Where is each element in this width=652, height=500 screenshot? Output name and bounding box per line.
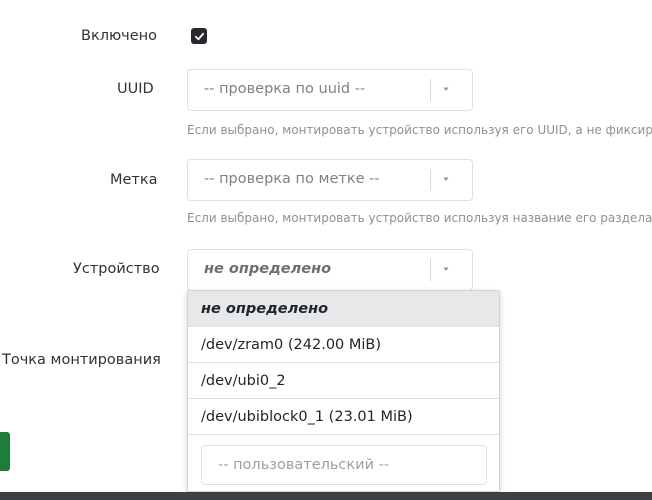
caret-down-icon[interactable]: [439, 82, 453, 96]
mount-point-label: Точка монтирования: [2, 352, 161, 368]
select-separator: [430, 169, 431, 191]
device-option[interactable]: /dev/zram0 (242.00 MiB): [188, 327, 499, 363]
select-separator: [430, 259, 431, 281]
label-select[interactable]: -- проверка по метке --: [187, 159, 473, 201]
device-select[interactable]: не определено: [187, 249, 473, 291]
select-separator: [430, 79, 431, 101]
caret-down-icon[interactable]: [439, 172, 453, 186]
label-field-label: Метка: [110, 172, 158, 188]
label-description: Если выбрано, монтировать устройство исп…: [187, 211, 652, 225]
device-label: Устройство: [73, 261, 160, 277]
uuid-select[interactable]: -- проверка по uuid --: [187, 69, 473, 111]
device-dropdown: не определено /dev/zram0 (242.00 MiB) /d…: [187, 290, 500, 492]
enabled-checkbox[interactable]: [191, 28, 207, 44]
uuid-description: Если выбрано, монтировать устройство исп…: [187, 123, 652, 137]
save-button-edge[interactable]: [0, 432, 10, 471]
label-select-value: -- проверка по метке --: [204, 171, 380, 187]
caret-down-icon[interactable]: [439, 262, 453, 276]
uuid-label: UUID: [117, 81, 154, 97]
device-option[interactable]: не определено: [188, 291, 499, 327]
custom-device-input[interactable]: -- пользовательский --: [201, 445, 487, 485]
device-option[interactable]: /dev/ubi0_2: [188, 363, 499, 399]
enabled-label: Включено: [81, 28, 158, 44]
check-icon: [194, 32, 204, 40]
device-select-value: не определено: [204, 261, 332, 277]
bottom-bar: [0, 492, 652, 500]
uuid-select-value: -- проверка по uuid --: [204, 81, 366, 97]
device-option[interactable]: /dev/ubiblock0_1 (23.01 MiB): [188, 399, 499, 435]
